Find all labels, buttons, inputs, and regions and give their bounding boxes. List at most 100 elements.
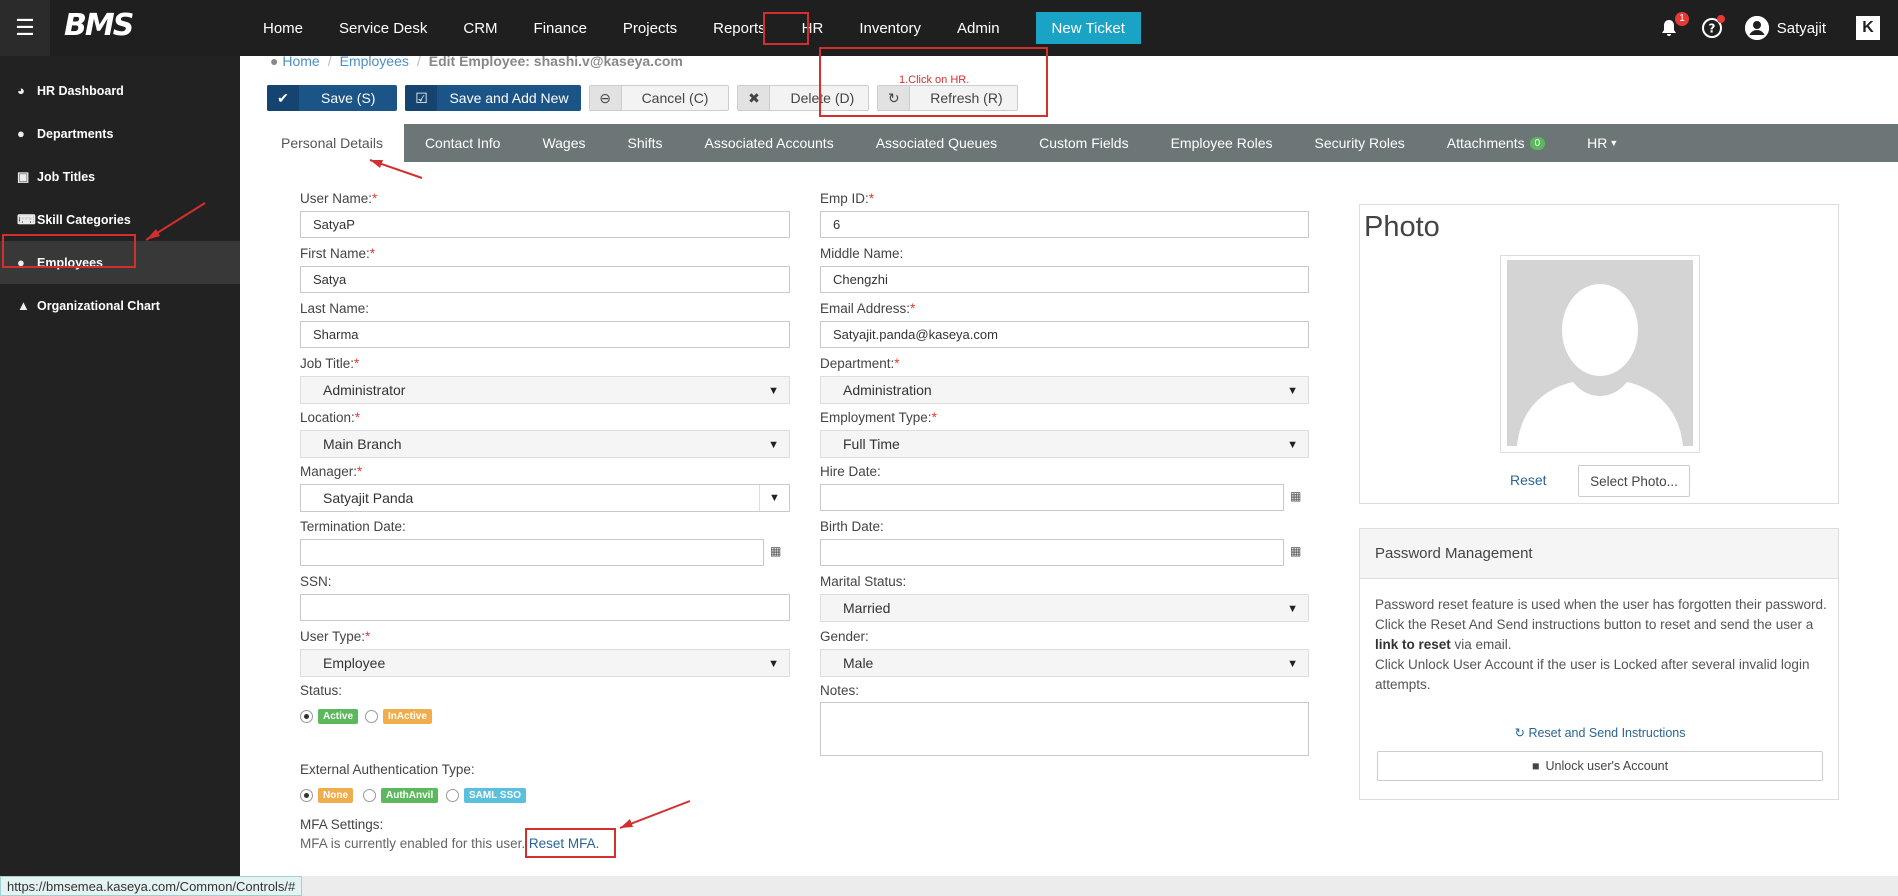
close-icon: ✖ bbox=[738, 86, 771, 110]
ext-auth-saml-radio[interactable] bbox=[446, 789, 459, 802]
caret-down-icon: ▼ bbox=[1287, 658, 1298, 670]
user-name-input[interactable]: SatyaP bbox=[300, 211, 790, 238]
reset-and-send-instructions-link[interactable]: ↻ Reset and Send Instructions bbox=[1360, 725, 1840, 740]
sidebar-item-label: Departments bbox=[37, 126, 114, 141]
save-label: Save (S) bbox=[321, 90, 376, 106]
save-button[interactable]: ✔ Save (S) bbox=[267, 85, 398, 111]
sidebar-item-label: Job Titles bbox=[37, 169, 96, 184]
breadcrumb-home[interactable]: Home bbox=[282, 53, 319, 69]
bell-icon[interactable]: 1 bbox=[1659, 12, 1689, 38]
status-inactive-radio[interactable] bbox=[365, 710, 378, 723]
username[interactable]: Satyajit bbox=[1777, 20, 1826, 37]
last-name-input[interactable]: Sharma bbox=[300, 321, 790, 348]
unlock-account-button[interactable]: ■ Unlock user's Account bbox=[1377, 751, 1823, 781]
main-content: ● Home / Employees / Edit Employee: shashi.v… bbox=[240, 53, 1898, 876]
svg-text:?: ? bbox=[1708, 22, 1715, 36]
gender-select[interactable]: Male ▼ bbox=[820, 649, 1309, 677]
emp-id-label: Emp ID:* bbox=[820, 191, 875, 206]
help-icon[interactable]: ? bbox=[1701, 15, 1725, 39]
termination-date-input[interactable] bbox=[300, 539, 764, 566]
calendar-icon[interactable]: ▦ bbox=[1290, 489, 1301, 503]
keyboard-icon: ⌨ bbox=[17, 211, 36, 227]
calendar-icon[interactable]: ▦ bbox=[770, 544, 781, 558]
calendar-icon[interactable]: ▦ bbox=[1290, 544, 1301, 558]
lock-icon: ■ bbox=[1531, 759, 1540, 773]
top-right-controls: 1 ? Satyajit K bbox=[1659, 0, 1898, 56]
annotation-box-reset-mfa bbox=[525, 828, 616, 858]
new-ticket-button[interactable]: New Ticket bbox=[1035, 12, 1141, 44]
sidebar-item-hr-dashboard[interactable]: ◕ HR Dashboard bbox=[0, 69, 240, 112]
sidebar-item-job-titles[interactable]: ▣ Job Titles bbox=[0, 155, 240, 198]
breadcrumb-employees[interactable]: Employees bbox=[340, 53, 409, 69]
hire-date-input[interactable] bbox=[820, 484, 1284, 511]
caret-down-icon: ▼ bbox=[768, 439, 779, 451]
sidebar-item-departments[interactable]: ● Departments bbox=[0, 112, 240, 155]
user-type-select[interactable]: Employee ▼ bbox=[300, 649, 790, 677]
tab-hr-dropdown[interactable]: HR ▼ bbox=[1566, 124, 1639, 162]
nav-service-desk[interactable]: Service Desk bbox=[321, 0, 445, 56]
first-name-input[interactable]: Satya bbox=[300, 266, 790, 293]
tab-associated-accounts[interactable]: Associated Accounts bbox=[684, 124, 855, 162]
app-logo: BMS bbox=[64, 8, 134, 43]
sidebar-item-organizational-chart[interactable]: ▲ Organizational Chart bbox=[0, 284, 240, 327]
help-dot bbox=[1716, 15, 1725, 23]
middle-name-input[interactable]: Chengzhi bbox=[820, 266, 1309, 293]
annotation-box-hr bbox=[763, 12, 809, 45]
marital-status-label: Marital Status: bbox=[820, 574, 907, 589]
department-select[interactable]: Administration ▼ bbox=[820, 376, 1309, 404]
caret-down-icon: ▼ bbox=[1287, 603, 1298, 615]
status-label: Status: bbox=[300, 683, 343, 698]
nav-home[interactable]: Home bbox=[245, 0, 321, 56]
email-label: Email Address:* bbox=[820, 301, 916, 316]
ext-auth-none-radio[interactable] bbox=[300, 789, 313, 802]
job-title-select[interactable]: Administrator ▼ bbox=[300, 376, 790, 404]
birth-date-input[interactable] bbox=[820, 539, 1284, 566]
nav-projects[interactable]: Projects bbox=[605, 0, 695, 56]
gender-label: Gender: bbox=[820, 629, 869, 644]
status-active-radio[interactable] bbox=[300, 710, 313, 723]
tab-attachments-label: Attachments bbox=[1446, 135, 1525, 151]
sidebar: ◕ HR Dashboard ● Departments ▣ Job Titles ⌨… bbox=[0, 56, 240, 896]
cancel-button[interactable]: ⊖ Cancel (C) bbox=[588, 85, 730, 111]
notes-textarea[interactable] bbox=[820, 702, 1309, 756]
password-management-title: Password Management bbox=[1360, 529, 1838, 579]
status-inactive-badge: InActive bbox=[383, 709, 432, 724]
tab-personal-details[interactable]: Personal Details bbox=[260, 124, 404, 162]
hamburger-icon[interactable]: ☰ bbox=[0, 0, 50, 56]
ext-auth-authanvil-radio[interactable] bbox=[363, 789, 376, 802]
emp-id-input[interactable]: 6 bbox=[820, 211, 1309, 238]
mfa-label: MFA Settings: bbox=[300, 817, 384, 832]
email-input[interactable]: Satyajit.panda@kaseya.com bbox=[820, 321, 1309, 348]
password-management-panel: Password Management Password reset featu… bbox=[1359, 528, 1839, 800]
tab-contact-info[interactable]: Contact Info bbox=[404, 124, 522, 162]
tab-custom-fields[interactable]: Custom Fields bbox=[1018, 124, 1149, 162]
save-and-add-new-button[interactable]: ☑ Save and Add New bbox=[405, 85, 581, 111]
nav-finance[interactable]: Finance bbox=[516, 0, 605, 56]
minus-circle-icon: ⊖ bbox=[589, 86, 622, 110]
dashboard-icon: ◕ bbox=[17, 83, 25, 98]
tab-employee-roles[interactable]: Employee Roles bbox=[1150, 124, 1294, 162]
save-add-label: Save and Add New bbox=[449, 90, 569, 106]
user-avatar-icon[interactable] bbox=[1744, 16, 1769, 40]
photo-reset-link[interactable]: Reset bbox=[1510, 472, 1547, 488]
tab-security-roles[interactable]: Security Roles bbox=[1294, 124, 1426, 162]
kaseya-logo: K bbox=[1856, 16, 1880, 40]
location-select[interactable]: Main Branch ▼ bbox=[300, 430, 790, 458]
photo-panel: Photo Reset Select Photo... bbox=[1359, 204, 1839, 504]
sidebar-item-label: Organizational Chart bbox=[37, 298, 160, 313]
tab-associated-queues[interactable]: Associated Queues bbox=[855, 124, 1018, 162]
ssn-input[interactable] bbox=[300, 594, 790, 621]
home-crumb-icon: ● bbox=[270, 53, 279, 69]
nav-crm[interactable]: CRM bbox=[445, 0, 515, 56]
manager-label: Manager:* bbox=[300, 464, 363, 479]
middle-name-label: Middle Name: bbox=[820, 246, 904, 261]
tab-shifts[interactable]: Shifts bbox=[607, 124, 684, 162]
tab-bar: Personal Details Contact Info Wages Shif… bbox=[260, 124, 1898, 162]
ssn-label: SSN: bbox=[300, 574, 332, 589]
employment-type-select[interactable]: Full Time ▼ bbox=[820, 430, 1309, 458]
manager-select[interactable]: Satyajit Panda ▼ bbox=[300, 484, 790, 512]
tab-attachments[interactable]: Attachments 0 bbox=[1426, 124, 1566, 162]
tab-wages[interactable]: Wages bbox=[521, 124, 606, 162]
select-photo-button[interactable]: Select Photo... bbox=[1578, 465, 1690, 497]
marital-status-select[interactable]: Married ▼ bbox=[820, 594, 1309, 622]
